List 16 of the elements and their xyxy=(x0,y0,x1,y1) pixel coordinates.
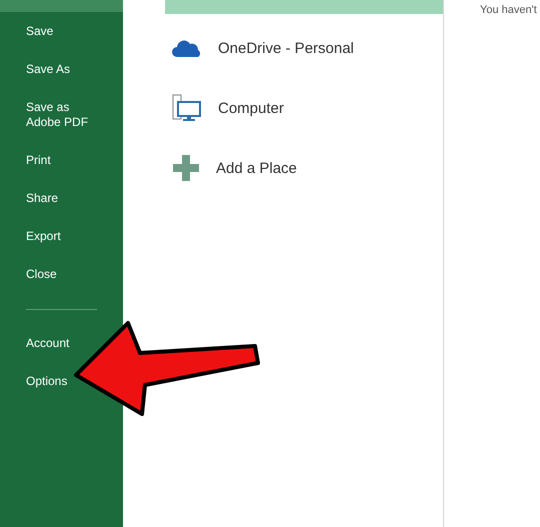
cloud-icon xyxy=(172,38,202,58)
recent-message: You haven't xyxy=(480,4,537,16)
sidebar-item[interactable]: Account xyxy=(0,336,78,351)
computer-icon xyxy=(172,94,202,122)
place-item[interactable]: Add a Place xyxy=(172,150,297,186)
plus-icon xyxy=(172,154,200,182)
sidebar-item[interactable]: Save As xyxy=(0,62,78,77)
place-item[interactable]: OneDrive - Personal xyxy=(172,30,354,66)
sidebar-item[interactable]: Print xyxy=(0,153,59,168)
sidebar-item[interactable]: Save xyxy=(0,24,62,39)
sidebar-item[interactable]: Save as Adobe PDF xyxy=(0,100,110,130)
sidebar-item[interactable]: Export xyxy=(0,229,69,244)
sidebar-item[interactable]: Close xyxy=(0,267,65,282)
place-item[interactable]: Computer xyxy=(172,90,284,126)
sidebar-item[interactable]: Share xyxy=(0,191,66,206)
sidebar-item[interactable]: Options xyxy=(0,374,76,389)
